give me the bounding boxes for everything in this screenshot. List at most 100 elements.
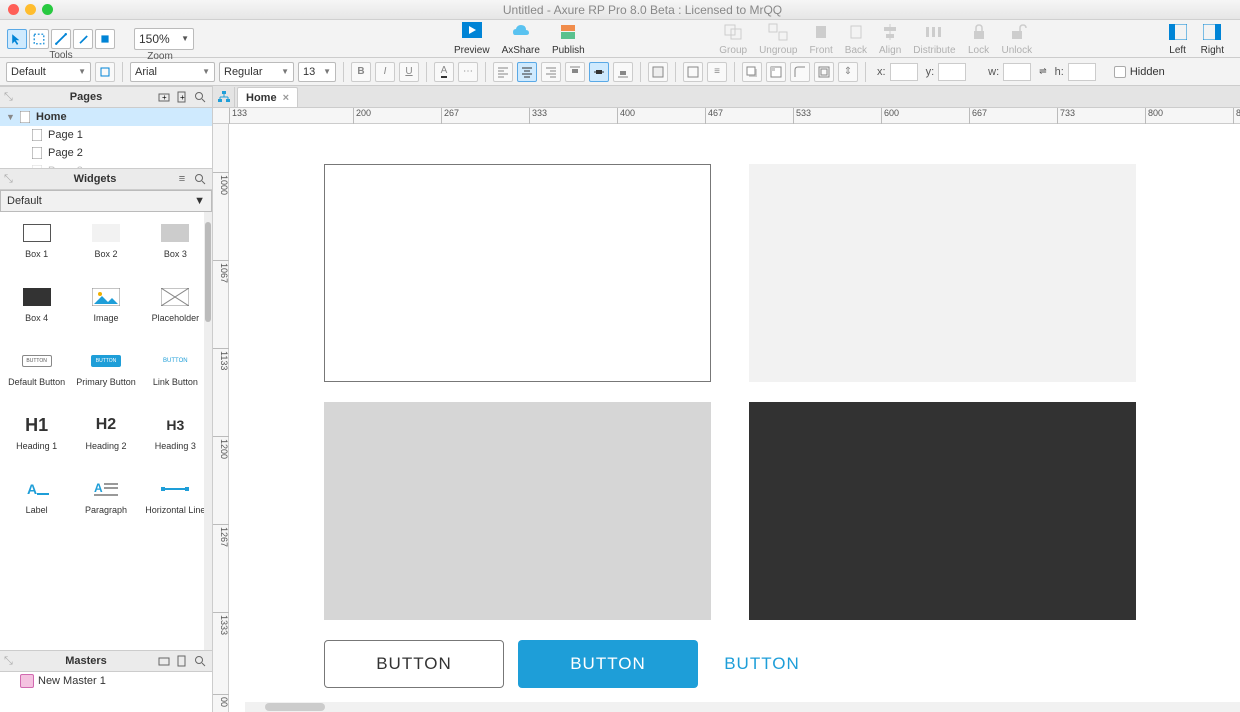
- add-page-icon[interactable]: +: [174, 89, 190, 105]
- widget-h2[interactable]: H2Heading 2: [71, 410, 140, 470]
- zoom-select[interactable]: 150% ▼: [134, 28, 194, 50]
- canvas-default-button[interactable]: BUTTON: [324, 640, 504, 688]
- outer-shadow-button[interactable]: [742, 62, 762, 82]
- front-button[interactable]: Front: [809, 21, 832, 56]
- horizontal-scrollbar[interactable]: [245, 702, 1240, 712]
- region-select-tool[interactable]: [29, 29, 49, 49]
- font-select[interactable]: Arial▼: [130, 62, 215, 82]
- widget-primary-button[interactable]: BUTTONPrimary Button: [71, 346, 140, 406]
- valign-top-button[interactable]: [565, 62, 585, 82]
- canvas[interactable]: BUTTON BUTTON BUTTON: [229, 124, 1240, 712]
- widget-label[interactable]: ALabel: [2, 474, 71, 534]
- collapse-icon[interactable]: ⤡: [4, 91, 18, 104]
- h-input[interactable]: [1068, 63, 1096, 81]
- page-item[interactable]: Page 1: [0, 126, 212, 144]
- scrollbar-thumb[interactable]: [265, 703, 325, 711]
- widgets-scrollbar[interactable]: [204, 212, 212, 650]
- search-icon[interactable]: [192, 653, 208, 669]
- widget-box4[interactable]: Box 4: [2, 282, 71, 342]
- page-item-home[interactable]: ▼ Home: [0, 108, 212, 126]
- add-folder-icon[interactable]: [156, 653, 172, 669]
- back-button[interactable]: Back: [845, 21, 867, 56]
- scrollbar-thumb[interactable]: [205, 222, 211, 322]
- lock-button[interactable]: Lock: [968, 21, 990, 56]
- crop-tool[interactable]: [95, 29, 115, 49]
- bold-button[interactable]: B: [351, 62, 371, 82]
- widget-link-button[interactable]: BUTTONLink Button: [141, 346, 210, 406]
- minimize-window-icon[interactable]: [25, 4, 36, 15]
- valign-bottom-button[interactable]: [613, 62, 633, 82]
- padding-button[interactable]: [814, 62, 834, 82]
- widget-box2[interactable]: Box 2: [71, 218, 140, 278]
- canvas-primary-button[interactable]: BUTTON: [518, 640, 698, 688]
- widget-hline[interactable]: Horizontal Line: [141, 474, 210, 534]
- canvas-box2[interactable]: [749, 164, 1136, 382]
- sitemap-button[interactable]: [213, 87, 235, 107]
- align-left-button[interactable]: [493, 62, 513, 82]
- preview-button[interactable]: Preview: [454, 21, 490, 56]
- menu-icon[interactable]: ≡: [174, 171, 190, 187]
- widget-paragraph[interactable]: AParagraph: [71, 474, 140, 534]
- more-text-button[interactable]: ⋯: [458, 62, 478, 82]
- align-right-button[interactable]: [541, 62, 561, 82]
- widget-default-button[interactable]: BUTTONDefault Button: [2, 346, 71, 406]
- style-manager-button[interactable]: [95, 62, 115, 82]
- canvas-box1[interactable]: [324, 164, 711, 382]
- pen-tool[interactable]: [73, 29, 93, 49]
- valign-middle-button[interactable]: [589, 62, 609, 82]
- axshare-button[interactable]: AxShare: [502, 21, 540, 56]
- aspect-lock[interactable]: ⇌: [1039, 66, 1047, 77]
- maximize-window-icon[interactable]: [42, 4, 53, 15]
- connector-tool[interactable]: [51, 29, 71, 49]
- w-input[interactable]: [1003, 63, 1031, 81]
- line-spacing-button[interactable]: ⇕: [838, 62, 858, 82]
- collapse-icon[interactable]: ⤡: [4, 173, 18, 186]
- search-icon[interactable]: [192, 171, 208, 187]
- master-item[interactable]: New Master 1: [0, 672, 212, 690]
- add-master-icon[interactable]: [174, 653, 190, 669]
- widget-h3[interactable]: H3Heading 3: [141, 410, 210, 470]
- widget-placeholder[interactable]: Placeholder: [141, 282, 210, 342]
- widget-image[interactable]: Image: [71, 282, 140, 342]
- line-color-button[interactable]: [683, 62, 703, 82]
- left-panel-toggle[interactable]: Left: [1167, 21, 1189, 56]
- italic-button[interactable]: I: [375, 62, 395, 82]
- canvas-box3[interactable]: [324, 402, 711, 620]
- page-item[interactable]: Page 3: [0, 162, 212, 168]
- ruler-horizontal[interactable]: 133 200 267 333 400 467 533 600 667 733 …: [213, 108, 1240, 124]
- style-select[interactable]: Default▼: [6, 62, 91, 82]
- collapse-icon[interactable]: ⤡: [4, 655, 18, 668]
- y-input[interactable]: [938, 63, 966, 81]
- page-item[interactable]: Page 2: [0, 144, 212, 162]
- right-panel-toggle[interactable]: Right: [1201, 21, 1224, 56]
- hidden-checkbox[interactable]: [1114, 66, 1126, 78]
- weight-select[interactable]: Regular▼: [219, 62, 294, 82]
- inner-shadow-button[interactable]: [766, 62, 786, 82]
- select-tool[interactable]: [7, 29, 27, 49]
- group-button[interactable]: Group: [719, 21, 747, 56]
- underline-button[interactable]: U: [399, 62, 419, 82]
- library-select[interactable]: Default ▼: [0, 190, 212, 212]
- align-center-button[interactable]: [517, 62, 537, 82]
- close-icon[interactable]: ×: [283, 92, 289, 104]
- ruler-vertical[interactable]: 1000 1067 1133 1200 1267 1333 00: [213, 124, 229, 712]
- publish-button[interactable]: Publish: [552, 21, 585, 56]
- unlock-button[interactable]: Unlock: [1002, 21, 1033, 56]
- search-icon[interactable]: [192, 89, 208, 105]
- canvas-box4[interactable]: [749, 402, 1136, 620]
- x-input[interactable]: [890, 63, 918, 81]
- text-color-button[interactable]: A: [434, 62, 454, 82]
- canvas-link-button[interactable]: BUTTON: [712, 640, 812, 688]
- widget-h1[interactable]: H1Heading 1: [2, 410, 71, 470]
- add-folder-icon[interactable]: +: [156, 89, 172, 105]
- widget-box3[interactable]: Box 3: [141, 218, 210, 278]
- ungroup-button[interactable]: Ungroup: [759, 21, 797, 56]
- line-width-button[interactable]: ≡: [707, 62, 727, 82]
- close-window-icon[interactable]: [8, 4, 19, 15]
- fill-button[interactable]: [648, 62, 668, 82]
- align-button[interactable]: Align: [879, 21, 901, 56]
- tab-home[interactable]: Home ×: [237, 87, 298, 107]
- distribute-button[interactable]: Distribute: [913, 21, 955, 56]
- widget-box1[interactable]: Box 1: [2, 218, 71, 278]
- size-select[interactable]: 13▼: [298, 62, 336, 82]
